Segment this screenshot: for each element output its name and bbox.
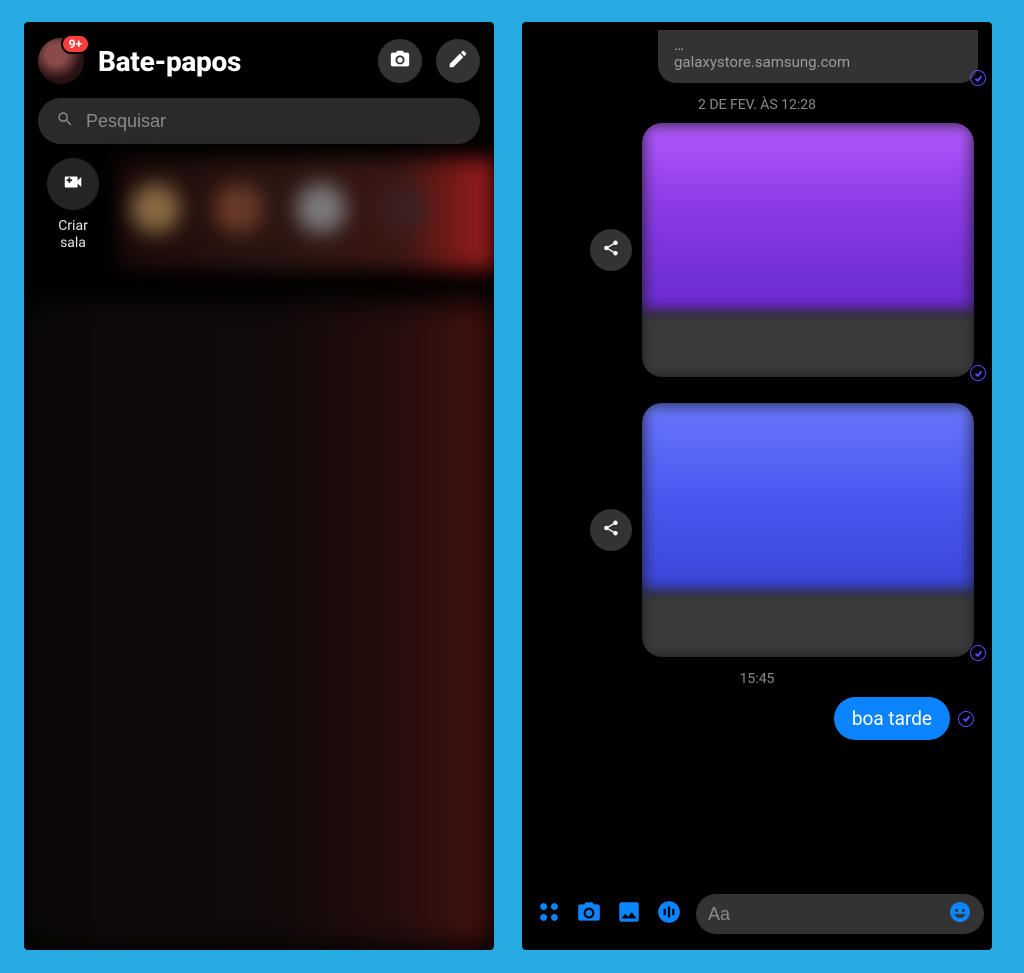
camera-button[interactable] <box>378 39 422 83</box>
delivered-check-icon <box>958 711 974 727</box>
apps-button[interactable] <box>536 900 562 928</box>
delivered-check-icon <box>970 70 986 86</box>
message-input[interactable] <box>708 904 940 925</box>
composer-bar <box>522 886 992 942</box>
delivered-check-icon <box>970 365 986 381</box>
sent-message-bubble[interactable]: boa tarde <box>834 697 950 740</box>
rooms-row: Criarsala <box>24 158 494 270</box>
message-input-wrap[interactable] <box>696 894 984 934</box>
grid-dots-icon <box>536 899 562 929</box>
rooms-contacts-blurred[interactable] <box>118 158 494 270</box>
create-room-button[interactable]: Criarsala <box>38 158 108 252</box>
profile-avatar[interactable]: 9+ <box>38 38 84 84</box>
video-plus-icon <box>62 171 84 197</box>
image-icon <box>616 899 642 929</box>
smiley-icon <box>948 909 972 928</box>
media-image-blurred <box>642 123 974 313</box>
link-preview-card[interactable]: … galaxystore.samsung.com <box>658 30 978 83</box>
microphone-icon <box>656 899 682 929</box>
notifications-badge: 9+ <box>61 34 90 54</box>
share-button[interactable] <box>590 509 632 551</box>
link-url: galaxystore.samsung.com <box>674 53 962 71</box>
media-caption-blurred <box>642 313 974 377</box>
media-attachment[interactable] <box>642 403 974 657</box>
camera-button[interactable] <box>576 900 602 928</box>
share-icon <box>602 519 620 541</box>
chat-list-blurred[interactable] <box>28 302 490 946</box>
share-button[interactable] <box>590 229 632 271</box>
messages-scroll[interactable]: … galaxystore.samsung.com 2 DE FEV. ÀS 1… <box>522 22 992 880</box>
conversation-screen: … galaxystore.samsung.com 2 DE FEV. ÀS 1… <box>522 22 992 950</box>
link-title-ellipsis: … <box>674 38 962 53</box>
search-icon <box>56 110 74 132</box>
media-attachment[interactable] <box>642 123 974 377</box>
emoji-button[interactable] <box>948 900 972 928</box>
header: 9+ Bate-papos <box>24 22 494 98</box>
pencil-icon <box>447 48 469 74</box>
media-message-2 <box>522 403 974 657</box>
page-title: Bate-papos <box>98 45 364 78</box>
timestamp-label: 2 DE FEV. ÀS 12:28 <box>522 97 992 113</box>
search-input[interactable] <box>86 111 462 132</box>
camera-icon <box>576 899 602 929</box>
chats-list-screen: 9+ Bate-papos Criarsala <box>24 22 494 950</box>
timestamp-label: 15:45 <box>522 671 992 687</box>
media-message-1 <box>522 123 974 377</box>
media-image-blurred <box>642 403 974 593</box>
voice-button[interactable] <box>656 900 682 928</box>
compose-button[interactable] <box>436 39 480 83</box>
delivered-check-icon <box>970 645 986 661</box>
media-caption-blurred <box>642 593 974 657</box>
share-icon <box>602 239 620 261</box>
search-bar[interactable] <box>38 98 480 144</box>
create-room-label: Criarsala <box>58 218 88 252</box>
camera-icon <box>389 48 411 74</box>
message-row: boa tarde <box>522 697 974 740</box>
gallery-button[interactable] <box>616 900 642 928</box>
